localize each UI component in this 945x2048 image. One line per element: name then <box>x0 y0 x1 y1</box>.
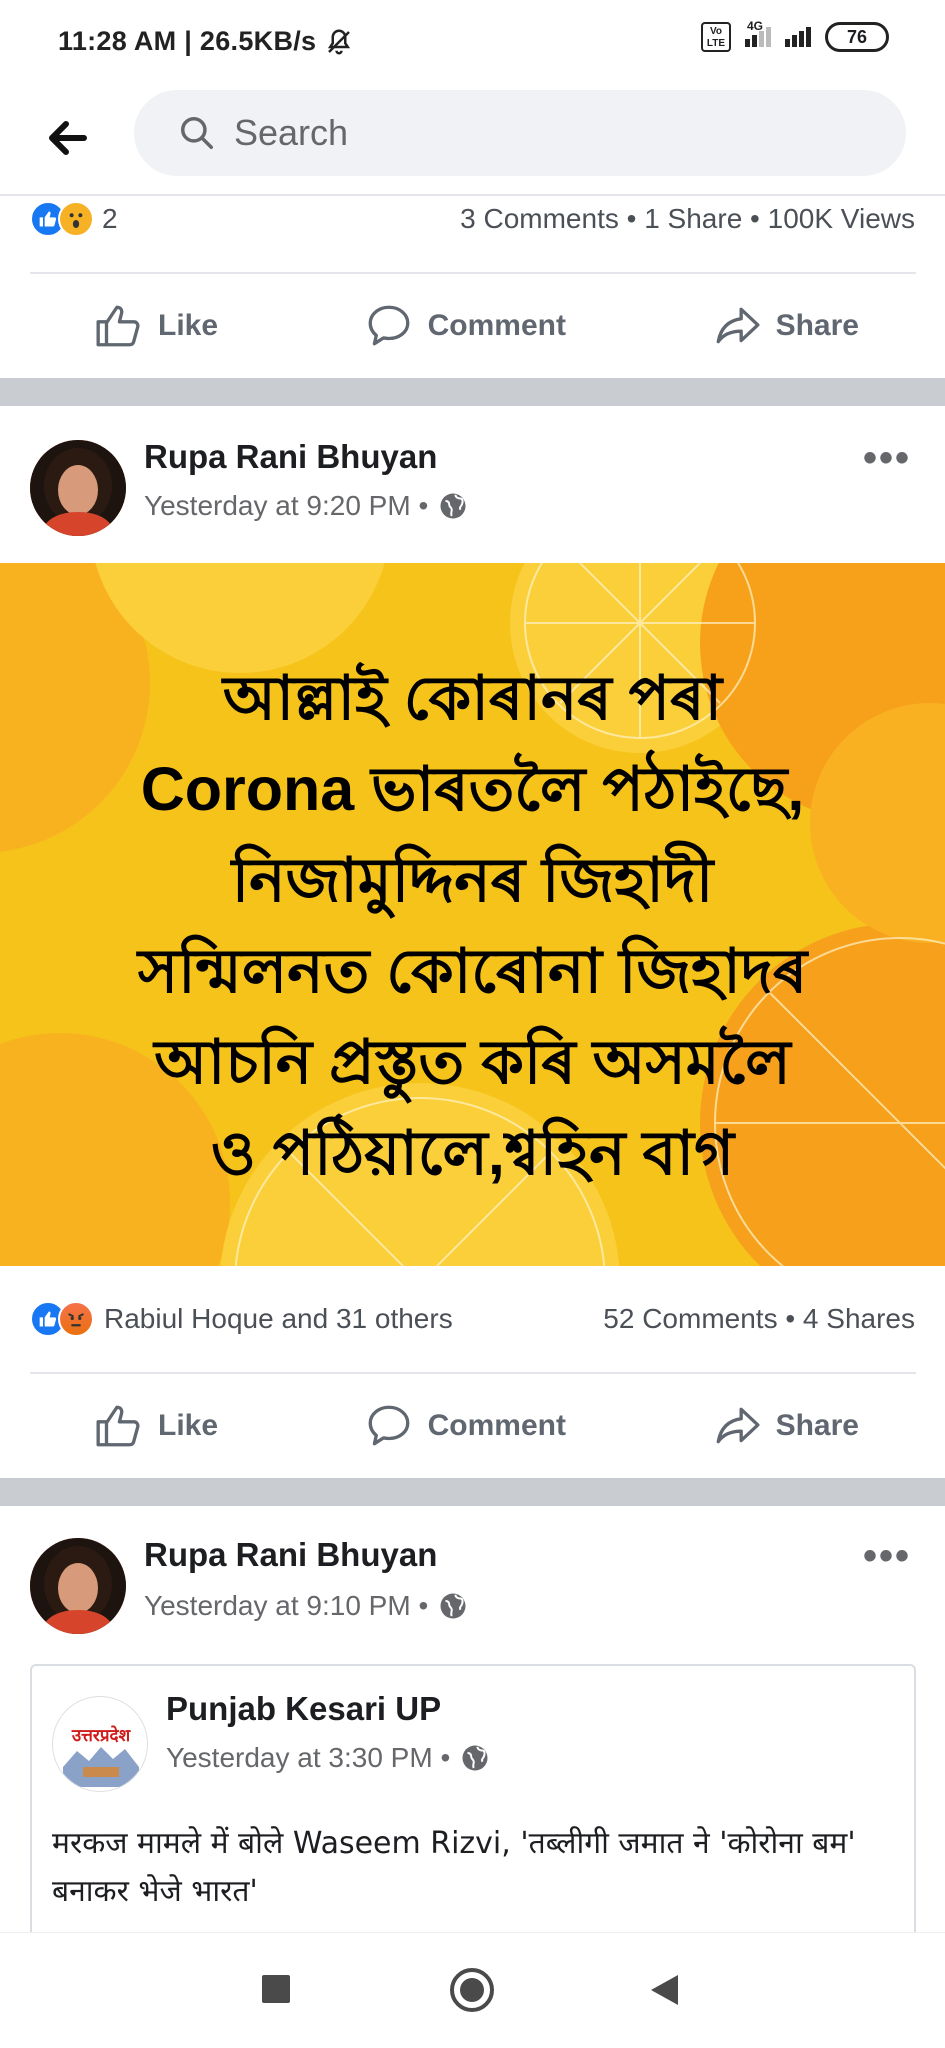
more-options-icon[interactable]: ••• <box>863 1534 911 1579</box>
post-actions: Like Comment Share <box>0 274 945 378</box>
more-options-icon[interactable]: ••• <box>863 436 911 481</box>
post-stats-row: 2 3 Comments • 1 Share • 100K Views <box>0 188 945 250</box>
svg-text:उत्तरप्रदेश: उत्तरप्रदेश <box>71 1725 132 1746</box>
post-image[interactable]: আল্লাই কোৰানৰ পৰা Corona ভাৰতলৈ পঠাইছে, … <box>0 563 945 1266</box>
share-button[interactable]: Share <box>712 301 859 351</box>
post-header: Rupa Rani Bhuyan Yesterday at 9:10 PM • … <box>0 1506 945 1656</box>
angry-reaction-icon <box>58 1301 94 1337</box>
status-bar: 11:28 AM | 26.5KB/s Vo LTE 4G 76 <box>0 0 945 88</box>
search-input[interactable]: Search <box>134 90 906 176</box>
recent-apps-button[interactable] <box>262 1975 290 2003</box>
mute-bell-icon <box>328 28 351 54</box>
status-time-speed: 11:28 AM | 26.5KB/s <box>58 26 317 56</box>
globe-icon <box>462 1745 488 1771</box>
thumbs-up-icon <box>96 1405 140 1447</box>
comment-icon <box>368 305 410 346</box>
back-arrow-icon[interactable] <box>44 114 92 162</box>
post-meta: Yesterday at 9:20 PM • <box>144 490 468 522</box>
author-avatar[interactable] <box>30 1538 126 1634</box>
page-name[interactable]: Punjab Kesari UP <box>166 1690 441 1728</box>
battery-icon: 76 <box>825 22 889 52</box>
like-button[interactable]: Like <box>94 1401 218 1451</box>
post-stats[interactable]: 52 Comments • 4 Shares <box>603 1303 915 1335</box>
shared-post-meta: Yesterday at 3:30 PM • <box>166 1742 490 1774</box>
home-button[interactable] <box>449 1967 495 2013</box>
post-actions: Like Comment Share <box>0 1374 945 1478</box>
share-button[interactable]: Share <box>712 1401 859 1451</box>
post-header: Rupa Rani Bhuyan Yesterday at 9:20 PM • … <box>0 406 945 563</box>
reaction-count: 2 <box>102 203 118 234</box>
system-nav-bar <box>0 1932 945 2048</box>
share-arrow-icon <box>716 307 760 344</box>
thumbs-up-icon <box>96 305 140 347</box>
globe-icon <box>440 1593 466 1619</box>
share-arrow-icon <box>716 1407 760 1444</box>
post-time[interactable]: Yesterday at 9:20 PM • <box>144 490 428 522</box>
post-stats[interactable]: 3 Comments • 1 Share • 100K Views <box>460 203 915 235</box>
globe-icon <box>440 493 466 519</box>
feed-separator <box>0 378 945 406</box>
punjab-kesari-logo-icon: उत्तरप्रदेश <box>53 1697 147 1791</box>
top-bar: Search <box>0 88 945 196</box>
comment-icon <box>368 1405 410 1446</box>
reactions-summary[interactable]: 2 <box>30 201 118 237</box>
wow-reaction-icon <box>58 201 94 237</box>
shared-post-card[interactable]: उत्तरप्रदेश Punjab Kesari UP Yesterday a… <box>30 1664 916 1934</box>
like-button[interactable]: Like <box>94 301 218 351</box>
author-name[interactable]: Rupa Rani Bhuyan <box>144 1536 437 1574</box>
author-name[interactable]: Rupa Rani Bhuyan <box>144 438 437 476</box>
signal-4g-icon: 4G <box>745 19 771 47</box>
post-image-text: আল্লাই কোৰানৰ পৰা Corona ভাৰতলৈ পঠাইছে, … <box>137 664 808 1187</box>
volte-icon: Vo LTE <box>701 22 731 52</box>
signal-icon <box>785 27 811 47</box>
post-time[interactable]: Yesterday at 9:10 PM • <box>144 1590 428 1622</box>
status-right: Vo LTE 4G 76 <box>701 19 889 52</box>
back-button[interactable] <box>648 1973 680 2007</box>
shared-post-text: मरकज मामले में बोले Waseem Rizvi, 'तब्ली… <box>52 1826 856 1909</box>
author-avatar[interactable] <box>30 440 126 536</box>
reactors-text: Rabiul Hoque and 31 others <box>104 1303 453 1334</box>
comment-button[interactable]: Comment <box>364 1401 566 1451</box>
post-meta: Yesterday at 9:10 PM • <box>144 1590 468 1622</box>
search-placeholder: Search <box>234 112 349 153</box>
comment-button[interactable]: Comment <box>364 301 566 351</box>
page-logo[interactable]: उत्तरप्रदेश <box>52 1696 148 1792</box>
reactions-summary[interactable]: Rabiul Hoque and 31 others <box>30 1301 453 1337</box>
feed-separator <box>0 1478 945 1506</box>
post-stats-row: Rabiul Hoque and 31 others 52 Comments •… <box>0 1288 945 1350</box>
status-left: 11:28 AM | 26.5KB/s <box>58 26 354 57</box>
shared-post-time[interactable]: Yesterday at 3:30 PM • <box>166 1742 450 1774</box>
search-icon <box>181 117 213 149</box>
